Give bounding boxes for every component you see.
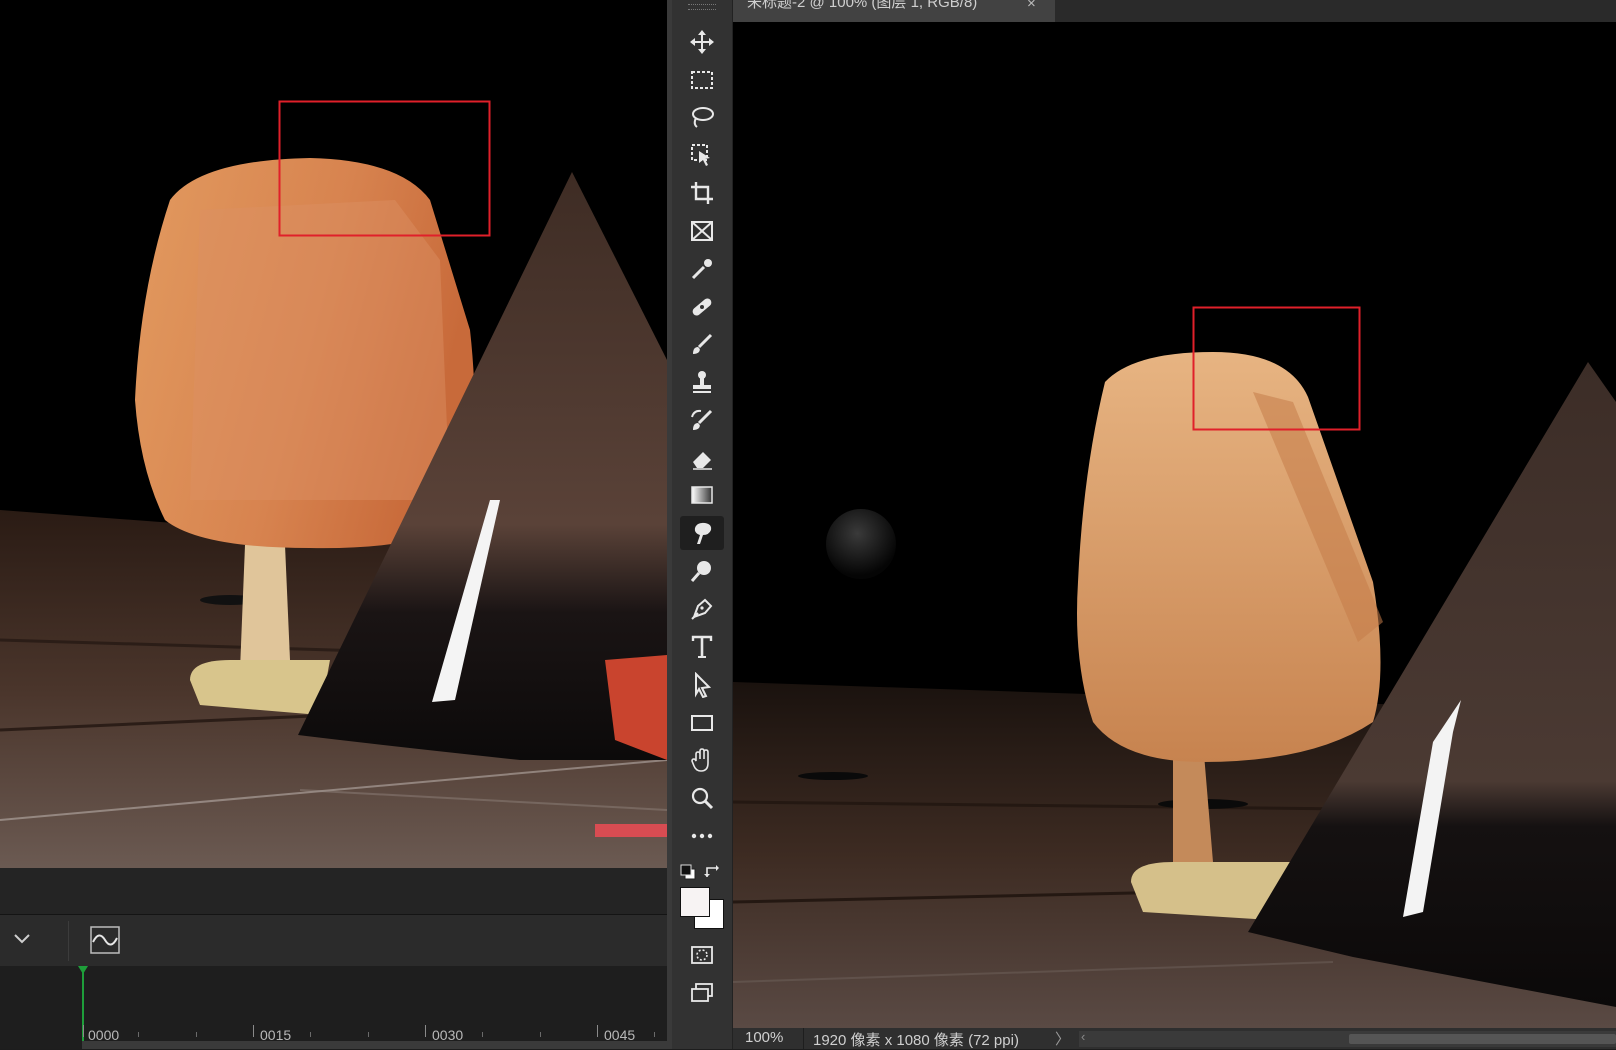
document-info: 1920 像素 x 1080 像素 (72 ppi) [813, 1032, 1019, 1049]
stamp-icon [693, 371, 711, 393]
minor-tick [138, 1032, 139, 1037]
rectangular-marquee-tool[interactable] [680, 63, 724, 97]
brush-tool[interactable] [680, 327, 724, 361]
status-menu-arrow-icon[interactable]: 〉 [1055, 1028, 1070, 1049]
crop-tool[interactable] [680, 176, 724, 210]
smudge-icon [694, 522, 712, 544]
timeline-toolbar [0, 914, 667, 967]
eyedropper-tool[interactable] [680, 252, 724, 286]
render-viewport[interactable] [0, 0, 667, 868]
status-bar: 100% 1920 像素 x 1080 像素 (72 ppi) 〉 ‹ [733, 1028, 1616, 1049]
move-icon [690, 30, 714, 54]
move-tool[interactable] [680, 25, 724, 59]
curve-editor-icon[interactable] [90, 926, 120, 954]
major-tick [253, 1025, 254, 1037]
dodge-icon [690, 561, 711, 582]
scroll-left-icon[interactable]: ‹ [1081, 1029, 1085, 1044]
zoom-icon [691, 787, 714, 810]
minor-tick [654, 1032, 655, 1037]
horizontal-scrollbar[interactable]: ‹ [1079, 1029, 1616, 1047]
quick-mask-icon [691, 946, 713, 964]
viewport-footer [0, 868, 667, 914]
dodge-tool[interactable] [680, 554, 724, 588]
quick-mask-button[interactable] [680, 938, 724, 972]
brush-icon [693, 333, 713, 354]
eraser-icon [693, 452, 712, 470]
canvas-image [733, 22, 1616, 1028]
screen-mode-button[interactable] [680, 976, 724, 1010]
rectangle-tool[interactable] [680, 706, 724, 740]
gradient-icon [691, 486, 713, 504]
toolbar-divider [68, 921, 69, 961]
document-tab-title: 未标题-2 @ 100% (图层 1, RGB/8) [747, 0, 978, 11]
eraser-tool[interactable] [680, 441, 724, 475]
major-tick [83, 1025, 84, 1037]
edit-toolbar[interactable] [680, 819, 724, 853]
frame-icon [691, 221, 713, 241]
minor-tick [482, 1032, 483, 1037]
crop-icon [691, 182, 713, 204]
type-icon [691, 635, 713, 658]
arrow-icon [695, 672, 712, 698]
object-selection-icon [691, 144, 710, 166]
lasso-icon [692, 107, 714, 128]
document-canvas[interactable] [733, 22, 1616, 1028]
clone-stamp-tool[interactable] [680, 365, 724, 399]
path-selection-tool[interactable] [680, 668, 724, 702]
pen-tool[interactable] [680, 592, 724, 626]
document-tabbar: 未标题-2 @ 100% (图层 1, RGB/8) × [733, 0, 1616, 22]
document-area: 未标题-2 @ 100% (图层 1, RGB/8) × 100% 1920 像… [733, 0, 1616, 1049]
rectangle-icon [691, 715, 713, 731]
hand-icon [691, 748, 709, 772]
history-brush-icon [691, 409, 713, 430]
frame-tool[interactable] [680, 214, 724, 248]
major-tick [597, 1025, 598, 1037]
screen-mode-icon [691, 983, 713, 1002]
render-image [0, 0, 667, 868]
type-tool[interactable] [680, 630, 724, 664]
zoom-tool[interactable] [680, 781, 724, 815]
status-divider [803, 1028, 804, 1049]
playhead-handle[interactable] [78, 966, 88, 974]
close-icon[interactable]: × [1027, 0, 1036, 11]
left-pane: 0000 0015 0030 0045 [0, 0, 667, 1049]
chevron-down-icon[interactable] [12, 932, 32, 946]
minor-tick [540, 1032, 541, 1037]
foreground-color-swatch[interactable] [680, 887, 710, 917]
history-brush-tool[interactable] [680, 403, 724, 437]
minor-tick [368, 1032, 369, 1037]
major-tick [425, 1025, 426, 1037]
object-selection-tool[interactable] [680, 138, 724, 172]
minor-tick [310, 1032, 311, 1037]
bandage-icon [692, 298, 712, 316]
swap-colors-icon[interactable] [704, 864, 720, 880]
tools-panel [672, 0, 733, 1049]
scrollbar-thumb[interactable] [1349, 1034, 1616, 1044]
zoom-level[interactable]: 100% [745, 1029, 783, 1046]
spot-healing-brush-tool[interactable] [680, 290, 724, 324]
timeline-scrollbar[interactable] [82, 1041, 667, 1049]
minor-tick [196, 1032, 197, 1037]
hand-tool[interactable] [680, 743, 724, 777]
document-tab[interactable]: 未标题-2 @ 100% (图层 1, RGB/8) × [733, 0, 1055, 22]
marquee-icon [691, 71, 713, 89]
lasso-tool[interactable] [680, 100, 724, 134]
gradient-tool[interactable] [680, 478, 724, 512]
default-colors-icon[interactable] [680, 864, 696, 880]
pen-icon [691, 598, 713, 620]
ellipsis-icon [691, 833, 713, 839]
smudge-tool[interactable] [680, 516, 724, 550]
panel-grip[interactable] [688, 4, 716, 10]
eyedropper-icon [691, 259, 712, 280]
